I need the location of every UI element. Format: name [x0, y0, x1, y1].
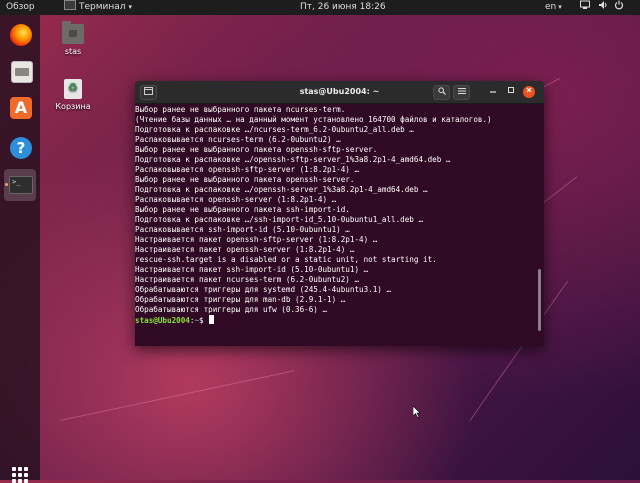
text-cursor: [209, 315, 215, 324]
activities-button[interactable]: Обзор: [6, 0, 35, 15]
clock[interactable]: Пт, 26 июня 18:26: [300, 0, 386, 15]
terminal-line: (Чтение базы данных … на данный момент у…: [135, 115, 492, 124]
terminal-app-icon: [64, 0, 76, 10]
terminal-line: Распаковывается openssh-server (1:8.2p1-…: [135, 195, 337, 204]
app-menu-label: Терминал: [79, 2, 126, 12]
terminal-line: rescue-ssh.target is a disabled or a sta…: [135, 255, 437, 264]
top-bar: Обзор Терминал ▾ Пт, 26 июня 18:26 en ▾: [0, 0, 640, 15]
desktop-icon-trash[interactable]: Корзина: [53, 79, 93, 111]
folder-icon: [62, 21, 84, 44]
chevron-down-icon: ▾: [558, 3, 562, 11]
desktop-icon-label: Корзина: [55, 102, 91, 111]
minimize-button[interactable]: [487, 86, 499, 98]
desktop-icon-home[interactable]: stas: [53, 21, 93, 56]
chevron-down-icon: ▾: [128, 3, 133, 11]
search-button[interactable]: [433, 85, 450, 100]
keyboard-layout-label: en: [545, 2, 557, 12]
terminal-icon: >_: [9, 176, 33, 194]
dock-item-terminal[interactable]: >_: [4, 169, 36, 201]
window-title: stas@Ubu2004: ~: [299, 87, 380, 96]
scrollbar[interactable]: [538, 269, 541, 331]
terminal-line: Выбор ранее не выбранного пакета openssh…: [135, 145, 378, 154]
dock: A ? >_: [0, 15, 40, 483]
terminal-line: Распаковывается ncurses-term (6.2-0ubunt…: [135, 135, 341, 144]
minimize-icon: [490, 91, 496, 93]
running-indicator: [5, 183, 8, 186]
terminal-line: Распаковывается ssh-import-id (5.10-0ubu…: [135, 225, 350, 234]
wallpaper-streak: [59, 370, 295, 421]
close-button[interactable]: [523, 86, 535, 98]
network-icon[interactable]: [580, 0, 590, 16]
volume-icon[interactable]: [598, 0, 608, 16]
software-center-icon: A: [10, 97, 32, 119]
terminal-line: Обрабатываются триггеры для systemd (245…: [135, 285, 392, 294]
firefox-icon: [10, 24, 32, 46]
maximize-button[interactable]: [505, 86, 517, 98]
terminal-line: Подготовка к распаковке …/openssh-server…: [135, 185, 428, 194]
files-icon: [11, 61, 33, 83]
terminal-line: Выбор ранее не выбранного пакета ncurses…: [135, 105, 346, 114]
search-icon: [437, 87, 446, 95]
terminal-line: Настраивается пакет openssh-server (1:8.…: [135, 245, 355, 254]
prompt-symbol: $: [199, 316, 209, 325]
terminal-line: Распаковывается openssh-sftp-server (1:8…: [135, 165, 360, 174]
dock-item-files[interactable]: [4, 55, 36, 87]
app-menu[interactable]: Терминал ▾: [64, 0, 132, 15]
terminal-line: Выбор ранее не выбранного пакета ssh-imp…: [135, 205, 350, 214]
terminal-line: Обрабатываются триггеры для ufw (0.36-6)…: [135, 305, 328, 314]
dock-item-help[interactable]: ?: [4, 132, 36, 164]
desktop-icon-label: stas: [64, 47, 82, 56]
terminal-line: Настраивается пакет openssh-sftp-server …: [135, 235, 378, 244]
terminal-line: Подготовка к распаковке …/ncurses-term_6…: [135, 125, 414, 134]
terminal-line: Подготовка к распаковке …/openssh-sftp-s…: [135, 155, 451, 164]
power-icon[interactable]: [614, 0, 624, 16]
hamburger-icon: [457, 88, 466, 94]
terminal-titlebar[interactable]: stas@Ubu2004: ~: [135, 81, 544, 104]
terminal-window[interactable]: stas@Ubu2004: ~ Выбор ранее не выбранног…: [135, 81, 544, 346]
hamburger-menu-button[interactable]: [453, 85, 470, 100]
terminal-line: Выбор ранее не выбранного пакета openssh…: [135, 175, 355, 184]
terminal-line: Обрабатываются триггеры для man-db (2.9.…: [135, 295, 346, 304]
terminal-line: Настраивается пакет ncurses-term (6.2-0u…: [135, 275, 360, 284]
keyboard-layout-menu[interactable]: en ▾: [545, 0, 562, 15]
help-icon: ?: [10, 137, 32, 159]
prompt-user: stas@Ubu2004: [135, 316, 190, 325]
mouse-pointer-icon: [413, 406, 421, 418]
dock-item-firefox[interactable]: [4, 19, 36, 51]
show-applications-icon[interactable]: [12, 467, 28, 483]
terminal-output[interactable]: Выбор ранее не выбранного пакета ncurses…: [135, 104, 535, 346]
close-icon: [526, 87, 532, 93]
maximize-icon: [508, 87, 514, 93]
terminal-line: Настраивается пакет ssh-import-id (5.10-…: [135, 265, 369, 274]
terminal-prompt-line[interactable]: stas@Ubu2004:~$: [135, 315, 215, 326]
terminal-line: Подготовка к распаковке …/ssh-import-id_…: [135, 215, 424, 224]
dock-item-software[interactable]: A: [4, 92, 36, 124]
trash-icon: [64, 79, 82, 99]
